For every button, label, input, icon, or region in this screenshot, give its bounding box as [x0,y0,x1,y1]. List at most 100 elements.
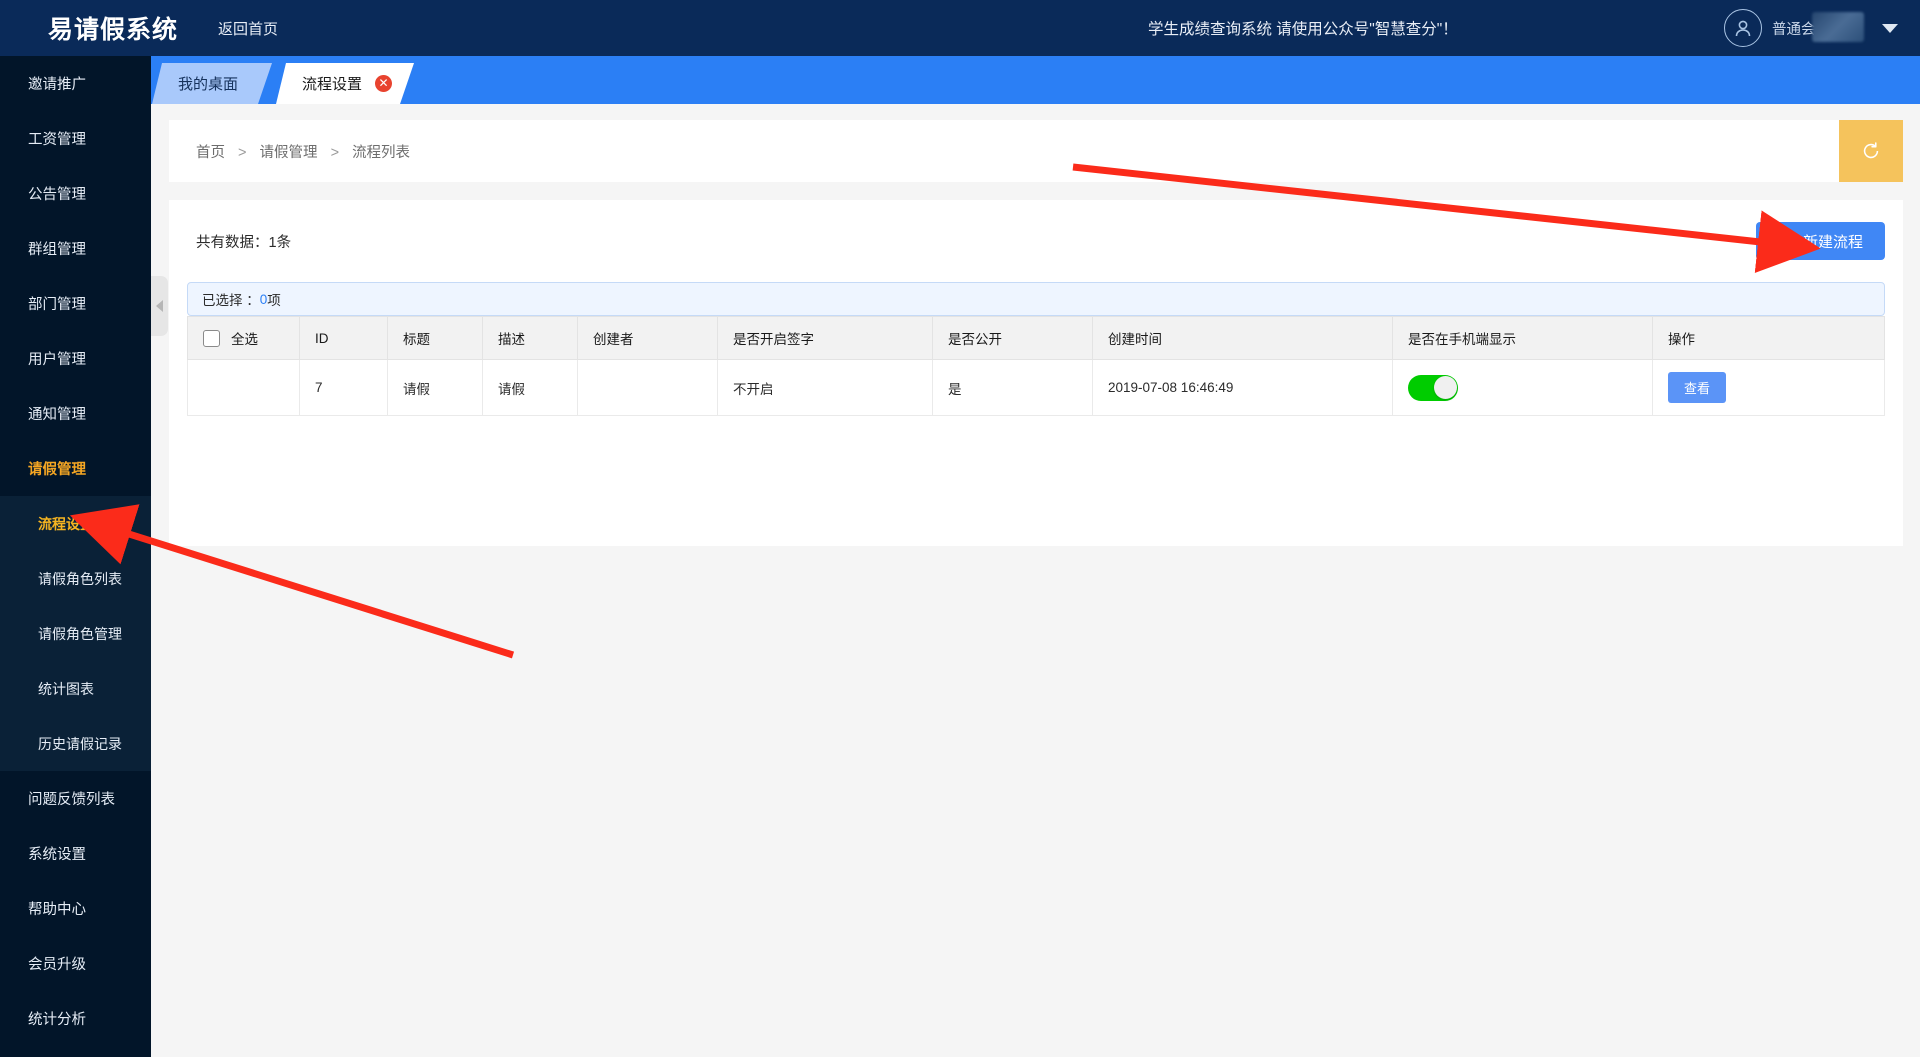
sidebar-item-label: 工资管理 [28,128,86,149]
breadcrumb-item-home[interactable]: 首页 [196,145,225,161]
column-signature: 是否开启签字 [718,317,933,360]
column-mobile-visible: 是否在手机端显示 [1393,317,1653,360]
close-icon[interactable]: ✕ [375,75,392,92]
toggle-knob [1434,376,1457,399]
cell-signature: 不开启 [718,360,933,416]
sidebar-item-label: 部门管理 [28,293,86,314]
sidebar-item-leave-role-list[interactable]: 请假角色列表 [0,551,151,606]
sidebar-item-label: 流程设置 [38,514,94,534]
sidebar-item-label: 会员升级 [28,953,86,974]
column-select-all: 全选 [188,317,300,360]
sidebar-item-feedback-list[interactable]: 问题反馈列表 [0,771,151,826]
sidebar-item-leave-role-management[interactable]: 请假角色管理 [0,606,151,661]
user-avatar-icon [1724,9,1762,47]
breadcrumb: 首页 > 请假管理 > 流程列表 [196,141,410,162]
sidebar-item-label: 统计分析 [28,1008,86,1029]
top-header: 易请假系统 返回首页 学生成绩查询系统 请使用公众号"智慧查分"！ 普通会员 [0,0,1920,56]
sidebar-item-label: 帮助中心 [28,898,86,919]
sidebar-item-label: 公告管理 [28,183,86,204]
new-process-button-label: 新建流程 [1803,231,1863,252]
sidebar-item-label: 系统设置 [28,843,86,864]
total-count-label: 共有数据：1条 [196,231,291,252]
column-created-at: 创建时间 [1093,317,1393,360]
sidebar-item-label: 邀请推广 [28,73,86,94]
tab-bar: 我的桌面 流程设置 ✕ [0,56,1920,104]
user-name-label: 普通会员 [1772,18,1830,39]
breadcrumb-item-process-list: 流程列表 [352,145,410,161]
process-table: 全选 ID 标题 描述 创建者 是否开启签字 是否公开 创建时间 是否在手机端显… [187,316,1885,416]
sidebar-item-label: 请假管理 [28,458,86,479]
sidebar-item-help-center[interactable]: 帮助中心 [0,881,151,936]
selection-status-bar: 已选择 ： 0 项 [187,282,1885,316]
main-content: 首页 > 请假管理 > 流程列表 共有数据：1条 新建流程 [151,104,1920,1057]
panel-toolbar: 共有数据：1条 新建流程 [169,200,1903,282]
column-id: ID [300,317,388,360]
sidebar-item-label: 用户管理 [28,348,86,369]
table-row[interactable]: 7 请假 请假 不开启 是 2019-07-08 16:46:49 [188,360,1885,416]
user-menu[interactable]: 普通会员 [1724,0,1898,56]
tab-my-desktop[interactable]: 我的桌面 [152,63,272,104]
new-process-button[interactable]: 新建流程 [1756,222,1885,260]
column-description: 描述 [483,317,578,360]
select-all-checkbox[interactable] [203,330,220,347]
sidebar-item-label: 请假角色管理 [38,624,122,644]
sidebar-item-user[interactable]: 用户管理 [0,331,151,386]
sidebar-item-salary[interactable]: 工资管理 [0,111,151,166]
chevron-down-icon[interactable] [1882,24,1898,33]
sidebar-item-notification[interactable]: 通知管理 [0,386,151,441]
column-actions: 操作 [1653,317,1885,360]
cell-is-public: 是 [933,360,1093,416]
app-root: 易请假系统 返回首页 学生成绩查询系统 请使用公众号"智慧查分"！ 普通会员 我… [0,0,1920,1057]
cell-actions: 查看 [1653,360,1885,416]
sidebar-item-invite[interactable]: 邀请推广 [0,56,151,111]
sidebar-item-leave-management[interactable]: 请假管理 [0,441,151,496]
refresh-button[interactable] [1839,120,1903,182]
cell-id: 7 [300,360,388,416]
breadcrumb-separator: > [238,145,246,161]
sidebar-submenu-leave: 流程设置 请假角色列表 请假角色管理 统计图表 历史请假记录 [0,496,151,771]
selected-suffix-label: 项 [267,289,281,309]
sidebar-item-label: 统计图表 [38,679,94,699]
select-all-label: 全选 [231,328,258,348]
sidebar-collapse-handle[interactable] [151,276,168,336]
app-brand-title: 易请假系统 [48,10,178,46]
redacted-block [1812,12,1864,42]
sidebar-item-statistics-analysis[interactable]: 统计分析 [0,991,151,1046]
cell-description: 请假 [483,360,578,416]
process-list-panel: 共有数据：1条 新建流程 已选择 ： 0 项 全选 [169,200,1903,546]
sidebar-item-system-settings[interactable]: 系统设置 [0,826,151,881]
cell-mobile-visible [1393,360,1653,416]
refresh-icon [1860,140,1882,162]
sidebar-item-group[interactable]: 群组管理 [0,221,151,276]
return-home-link[interactable]: 返回首页 [218,18,278,39]
cell-created-at: 2019-07-08 16:46:49 [1093,360,1393,416]
cell-creator [578,360,718,416]
cell-row-checkbox[interactable] [188,360,300,416]
breadcrumb-separator: > [331,145,339,161]
cell-title: 请假 [388,360,483,416]
sidebar-item-leave-history[interactable]: 历史请假记录 [0,716,151,771]
mobile-visible-toggle[interactable] [1408,375,1458,401]
selected-count-value: 0 [260,292,268,307]
column-is-public: 是否公开 [933,317,1093,360]
sidebar-item-statistics-chart[interactable]: 统计图表 [0,661,151,716]
sidebar-nav: 邀请推广 工资管理 公告管理 群组管理 部门管理 用户管理 通知管理 请假管理 … [0,56,151,1057]
sidebar-item-membership-upgrade[interactable]: 会员升级 [0,936,151,991]
tab-label: 我的桌面 [178,73,238,94]
view-button[interactable]: 查看 [1668,372,1726,403]
column-creator: 创建者 [578,317,718,360]
sidebar-item-process-settings[interactable]: 流程设置 [0,496,151,551]
sidebar-item-announcement[interactable]: 公告管理 [0,166,151,221]
column-title: 标题 [388,317,483,360]
breadcrumb-item-leave-management[interactable]: 请假管理 [260,145,318,161]
sidebar-item-department[interactable]: 部门管理 [0,276,151,331]
tab-process-settings[interactable]: 流程设置 ✕ [276,63,414,104]
announcement-marquee: 学生成绩查询系统 请使用公众号"智慧查分"！ [1148,17,1458,39]
breadcrumb-bar: 首页 > 请假管理 > 流程列表 [169,120,1903,182]
sidebar-item-label: 请假角色列表 [38,569,122,589]
tab-label: 流程设置 [302,73,362,94]
table-header-row: 全选 ID 标题 描述 创建者 是否开启签字 是否公开 创建时间 是否在手机端显… [188,317,1885,360]
sidebar-item-label: 群组管理 [28,238,86,259]
selected-prefix-label: 已选择 ： [202,289,260,309]
plus-circle-icon [1778,233,1794,249]
